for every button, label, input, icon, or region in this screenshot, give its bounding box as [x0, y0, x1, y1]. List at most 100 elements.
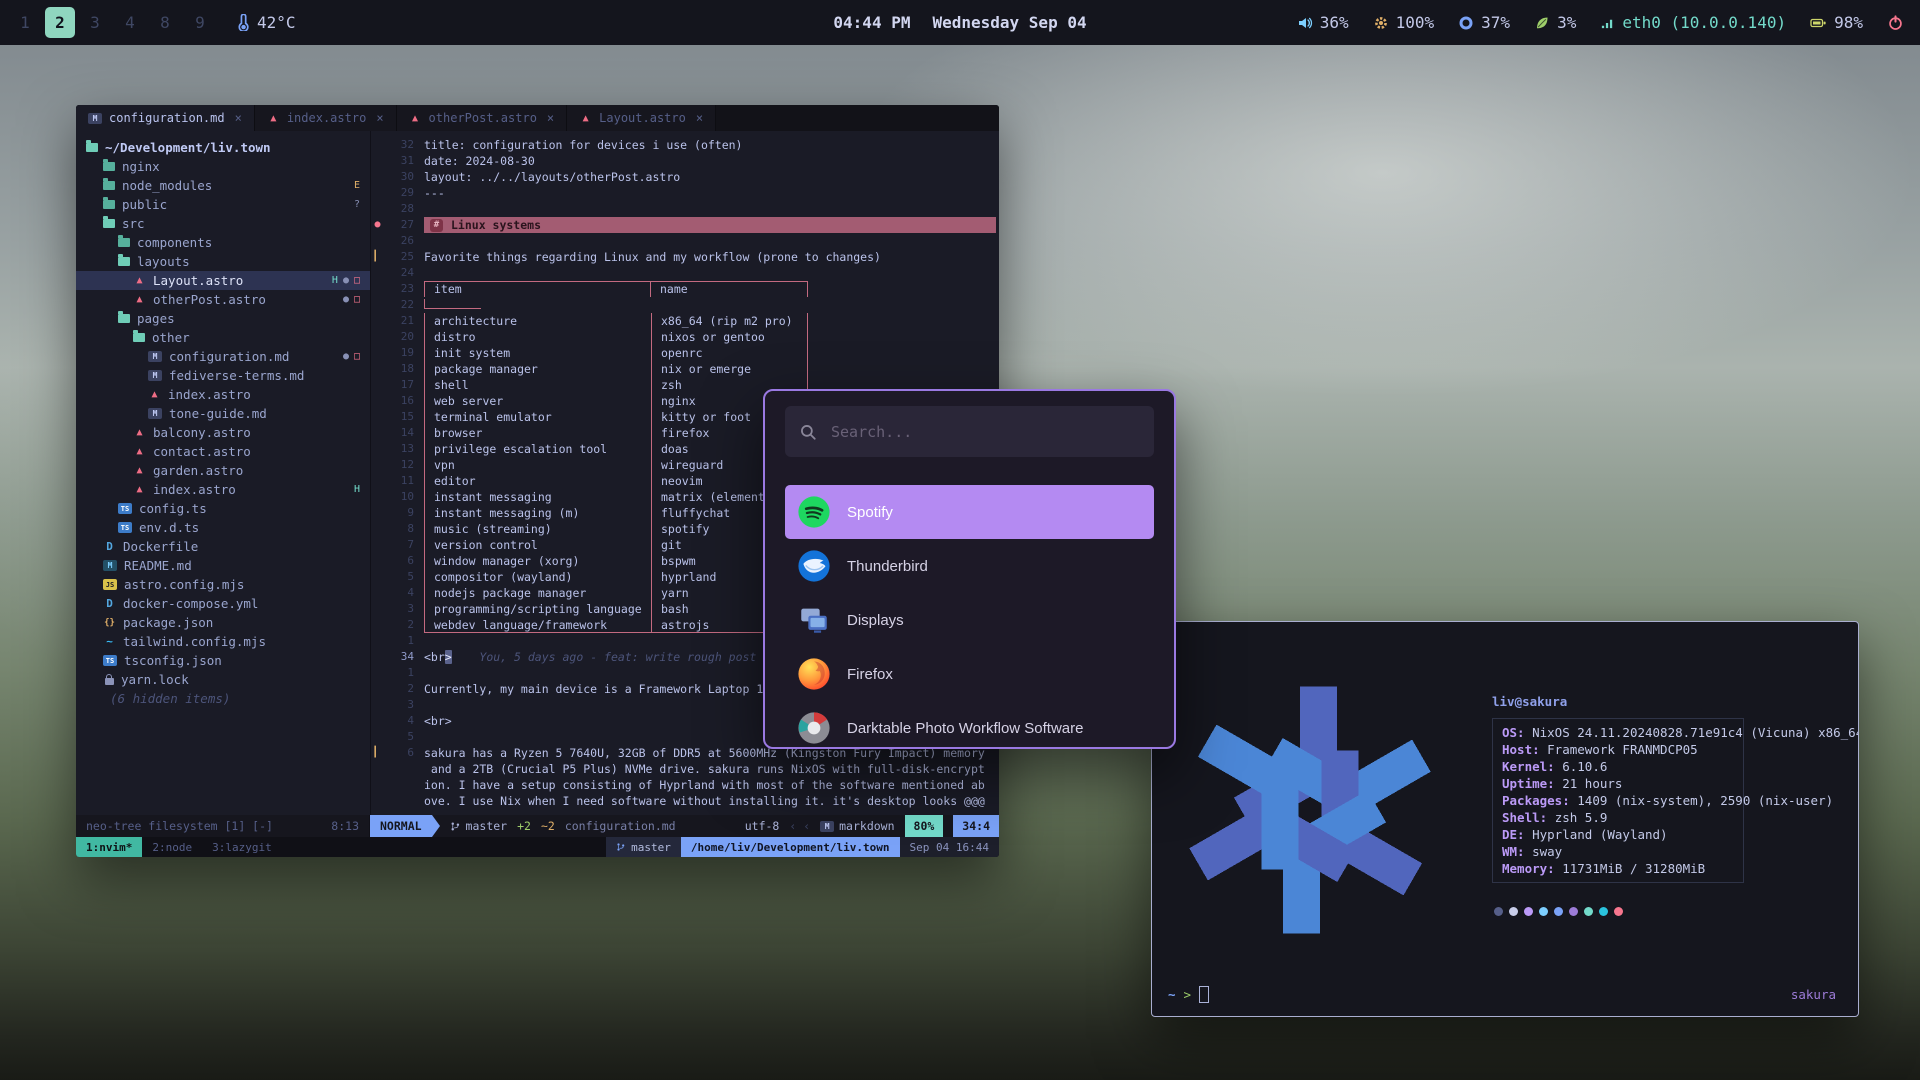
disk-module[interactable]: 37%: [1458, 13, 1510, 32]
tab-Layout.astro[interactable]: ▲Layout.astro×: [567, 105, 716, 131]
table-cell-item: version control: [424, 537, 651, 553]
workspace-8[interactable]: 8: [150, 7, 180, 38]
tree-item[interactable]: TStsconfig.json: [76, 651, 370, 670]
tree-item[interactable]: MREADME.md: [76, 556, 370, 575]
line-number: 28: [384, 201, 424, 217]
search-input[interactable]: [829, 422, 1140, 442]
table-cell-item: music (streaming): [424, 521, 651, 537]
tree-item[interactable]: ▲index.astroH: [76, 480, 370, 499]
cpu-module[interactable]: 3%: [1534, 13, 1576, 32]
tree-item[interactable]: nginx: [76, 157, 370, 176]
sign-column: [371, 585, 384, 601]
file-tree-root[interactable]: ~/Development/liv.town: [76, 137, 370, 157]
workspace-3[interactable]: 3: [80, 7, 110, 38]
workspace-1[interactable]: 1: [10, 7, 40, 38]
tree-item[interactable]: src: [76, 214, 370, 233]
tree-item[interactable]: ▲balcony.astro: [76, 423, 370, 442]
launcher-item-Spotify[interactable]: Spotify: [785, 485, 1154, 539]
tab-close-icon[interactable]: ×: [547, 111, 554, 125]
docker-icon: D: [103, 540, 116, 553]
temperature-value: 42°C: [257, 13, 296, 32]
tree-item[interactable]: ▲garden.astro: [76, 461, 370, 480]
workspace-2[interactable]: 2: [45, 7, 75, 38]
sign-column: [371, 393, 384, 409]
tree-item[interactable]: (6 hidden items): [76, 689, 370, 708]
launcher-search[interactable]: [785, 406, 1154, 457]
tree-item[interactable]: node_modulesE: [76, 176, 370, 195]
tree-item[interactable]: Ddocker-compose.yml: [76, 594, 370, 613]
brightness-value: 100%: [1396, 13, 1435, 32]
launcher-item-Thunderbird[interactable]: Thunderbird: [785, 539, 1154, 593]
fetch-info-box: OS: NixOS 24.11.20240828.71e91c4 (Vicuna…: [1492, 718, 1744, 883]
javascript-icon: JS: [103, 579, 117, 590]
line-text: #Linux systems: [424, 217, 996, 233]
tree-item[interactable]: layouts: [76, 252, 370, 271]
vim-mode-indicator: NORMAL: [370, 815, 432, 837]
tree-item[interactable]: components: [76, 233, 370, 252]
tab-configuration.md[interactable]: Mconfiguration.md×: [76, 105, 255, 131]
tab-close-icon[interactable]: ×: [696, 111, 703, 125]
firefox-icon: [797, 657, 831, 691]
workspace-9[interactable]: 9: [185, 7, 215, 38]
tmux-window-1:nvim*[interactable]: 1:nvim*: [76, 837, 142, 857]
tree-item-badges: E: [354, 180, 360, 191]
tmux-right: master /home/liv/Development/liv.town Se…: [606, 837, 999, 857]
tree-item-label: Dockerfile: [123, 539, 198, 554]
table-cell-name: x86_64 (rip m2 pro): [651, 313, 808, 329]
tree-item[interactable]: Mconfiguration.md●□: [76, 347, 370, 366]
tab-otherPost.astro[interactable]: ▲otherPost.astro×: [397, 105, 568, 131]
tree-item[interactable]: TSconfig.ts: [76, 499, 370, 518]
tree-item[interactable]: yarn.lock: [76, 670, 370, 689]
tree-item-badges: ?: [354, 199, 360, 210]
tab-label: configuration.md: [109, 111, 225, 125]
table-cell-item: webdev language/framework: [424, 617, 651, 633]
battery-module[interactable]: 98%: [1810, 13, 1863, 32]
tree-item[interactable]: ▲otherPost.astro●□: [76, 290, 370, 309]
tmux-window-2:node[interactable]: 2:node: [142, 837, 202, 857]
brightness-module[interactable]: 100%: [1373, 13, 1435, 32]
line-text: init systemopenrc: [424, 345, 999, 361]
terminal-cursor: [1199, 986, 1209, 1003]
tree-item-label: otherPost.astro: [153, 292, 266, 307]
launcher-item-label: Thunderbird: [847, 558, 928, 575]
line-text: and a 2TB (Crucial P5 Plus) NVMe drive. …: [424, 761, 999, 777]
tree-item-label: README.md: [124, 558, 192, 573]
tree-item[interactable]: other: [76, 328, 370, 347]
launcher-item-Firefox[interactable]: Firefox: [785, 647, 1154, 701]
tree-item[interactable]: JSastro.config.mjs: [76, 575, 370, 594]
file-tree[interactable]: ~/Development/liv.town nginxnode_modules…: [76, 131, 371, 815]
sign-column: [371, 601, 384, 617]
leaf-icon: [1534, 15, 1550, 31]
tree-item[interactable]: {}package.json: [76, 613, 370, 632]
network-module[interactable]: eth0 (10.0.0.140): [1600, 13, 1786, 32]
tab-close-icon[interactable]: ×: [235, 111, 242, 125]
line-number: 3: [384, 601, 424, 617]
tree-item[interactable]: Mfediverse-terms.md: [76, 366, 370, 385]
tree-item[interactable]: ▲contact.astro: [76, 442, 370, 461]
tree-item[interactable]: TSenv.d.ts: [76, 518, 370, 537]
tmux-window-3:lazygit[interactable]: 3:lazygit: [202, 837, 282, 857]
tree-item[interactable]: Mtone-guide.md: [76, 404, 370, 423]
tree-item[interactable]: ~tailwind.config.mjs: [76, 632, 370, 651]
tree-item[interactable]: pages: [76, 309, 370, 328]
astro-icon: ▲: [133, 465, 146, 476]
tab-index.astro[interactable]: ▲index.astro×: [255, 105, 397, 131]
top-bar-right: 36% 100% 37% 3% eth0 (10.0.0.140) 98%: [1297, 13, 1920, 32]
workspace-4[interactable]: 4: [115, 7, 145, 38]
git-added-count: +2: [517, 819, 531, 833]
launcher-item-Displays[interactable]: Displays: [785, 593, 1154, 647]
tree-item[interactable]: public?: [76, 195, 370, 214]
git-branch-icon: [450, 821, 461, 832]
tree-item[interactable]: ▲index.astro: [76, 385, 370, 404]
tab-close-icon[interactable]: ×: [376, 111, 383, 125]
astro-icon: ▲: [267, 113, 280, 124]
volume-module[interactable]: 36%: [1297, 13, 1349, 32]
file-encoding: utf-8: [745, 819, 780, 833]
launcher-item-Darktable Photo Workflow Software[interactable]: Darktable Photo Workflow Software: [785, 701, 1154, 749]
tree-item[interactable]: ▲Layout.astroH●□: [76, 271, 370, 290]
power-button[interactable]: [1887, 14, 1904, 31]
git-modified-count: ~2: [541, 819, 555, 833]
spotify-icon: [797, 495, 831, 529]
tree-item[interactable]: D Dockerfile: [76, 537, 370, 556]
shell-prompt[interactable]: ~ >: [1168, 986, 1209, 1003]
